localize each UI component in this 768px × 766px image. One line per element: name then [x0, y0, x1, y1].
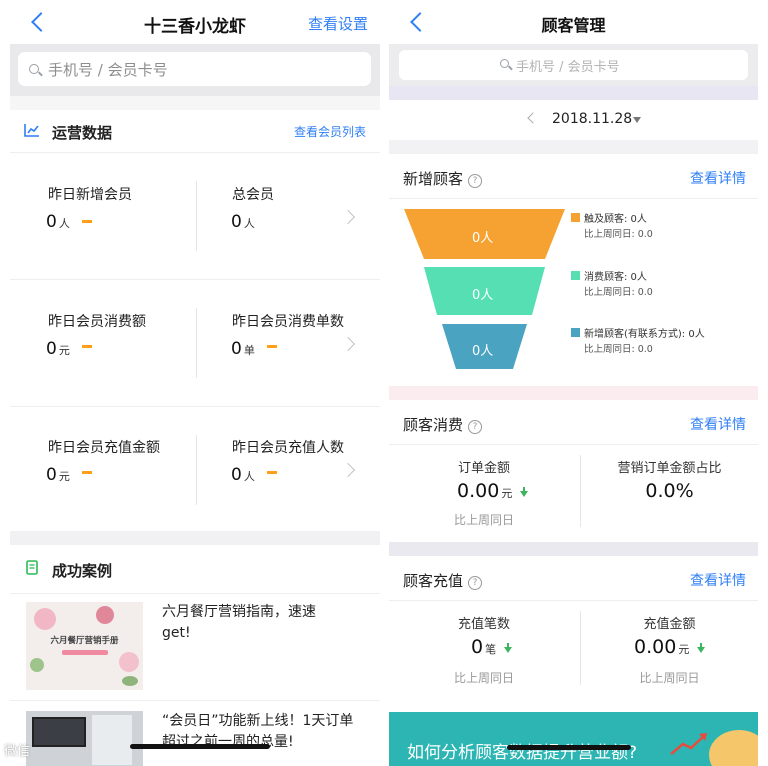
consumption-stats: 订单金额 0.00 元 比上周同日 营销订单金额占比 0.0% — [389, 445, 758, 540]
stat-compare: 比上周同日 — [639, 671, 700, 685]
document-icon — [26, 560, 38, 575]
section-title: 顾客消费? — [403, 414, 483, 435]
customer-funnel: 0人 0人 0人 触及顾客: 0人 比上周同日: 0.0 消费顾客: 0人 比上… — [389, 199, 758, 389]
no-change-indicator — [82, 471, 92, 474]
search-area: 手机号 / 会员卡号 — [10, 44, 380, 96]
home-indicator — [130, 744, 270, 749]
view-settings-link[interactable]: 查看设置 — [308, 13, 368, 34]
view-details-link[interactable]: 查看详情 — [690, 414, 746, 434]
stat-value: 0元 — [46, 339, 70, 359]
chevron-right-icon — [340, 462, 356, 478]
watermark: 微信 — [4, 744, 31, 759]
stat-value: 0人 — [231, 212, 255, 232]
right-navbar: 顾客管理 — [389, 0, 758, 44]
case-item[interactable]: “会员日”功能新上线！1天订单超过之前一周的总量! — [10, 701, 380, 766]
promo-banner[interactable]: 如何分析顾客数据提升营业额? — [389, 712, 758, 766]
search-input[interactable]: 手机号 / 会员卡号 — [399, 50, 748, 80]
recharge-header: 顾客充值? 查看详情 — [389, 556, 758, 600]
chevron-right-icon — [340, 209, 356, 225]
ops-row-new-members[interactable]: 昨日新增会员 0人 总会员 0人 — [10, 153, 380, 279]
stat-value: 0人 — [46, 212, 70, 232]
chevron-right-icon — [340, 336, 356, 352]
no-change-indicator — [267, 345, 277, 348]
stat-label: 营销订单金额占比 — [617, 461, 722, 476]
section-title: 顾客充值? — [403, 570, 483, 591]
stat-value: 0笔 — [471, 636, 497, 658]
new-customers-header: 新增顾客? 查看详情 — [389, 154, 758, 198]
case-thumbnail: 六月餐厅营销手册 — [26, 602, 143, 690]
legend-compare: 比上周同日: 0.0 — [584, 344, 653, 355]
no-change-indicator — [82, 220, 92, 223]
trend-arrow-icon — [670, 733, 707, 755]
cases-header: 成功案例 — [10, 545, 380, 593]
stat-value: 0.00 元 — [457, 480, 513, 502]
view-details-link[interactable]: 查看详情 — [690, 168, 746, 188]
ops-header: 运营数据 查看会员列表 — [10, 110, 380, 152]
cases-title: 成功案例 — [52, 562, 113, 580]
member-list-link[interactable]: 查看会员列表 — [294, 123, 366, 140]
stat-label: 昨日新增会员 — [48, 187, 132, 203]
help-icon[interactable]: ? — [468, 420, 483, 434]
stat-label: 昨日会员充值人数 — [232, 440, 344, 456]
case-thumbnail — [26, 711, 143, 766]
stat-compare: 比上周同日 — [453, 513, 514, 527]
trend-chart-icon — [24, 124, 39, 137]
stat-value: 0.0% — [645, 480, 694, 502]
legend-compare: 比上周同日: 0.0 — [584, 287, 653, 298]
legend-swatch — [571, 271, 580, 280]
legend-label: 消费顾客: 0人 — [584, 272, 647, 283]
stat-label: 订单金额 — [457, 461, 510, 476]
search-icon — [500, 59, 509, 68]
stat-label: 昨日会员充值金额 — [48, 440, 160, 456]
left-navbar: 十三香小龙虾 查看设置 — [10, 0, 380, 44]
stat-value: 0单 — [231, 339, 255, 359]
legend-compare: 比上周同日: 0.0 — [584, 229, 653, 240]
legend-label: 新增顾客(有联系方式): 0人 — [584, 329, 705, 340]
stat-value: 0元 — [46, 465, 70, 485]
ops-title: 运营数据 — [52, 124, 113, 142]
left-phone-screen: 十三香小龙虾 查看设置 手机号 / 会员卡号 运营数据 查看会员列表 昨日新增会… — [10, 0, 380, 766]
stat-label: 总会员 — [232, 187, 274, 203]
recharge-stats: 充值笔数 0笔 比上周同日 充值金额 0.00 元 比上周同日 — [389, 601, 758, 699]
view-details-link[interactable]: 查看详情 — [690, 570, 746, 590]
selected-date: 2018.11.28 — [552, 111, 633, 127]
legend-swatch — [571, 328, 580, 337]
help-icon[interactable]: ? — [468, 576, 483, 590]
banner-text: 如何分析顾客数据提升营业额? — [407, 743, 638, 763]
search-area: 手机号 / 会员卡号 — [389, 44, 758, 86]
stat-compare: 比上周同日 — [453, 671, 514, 685]
page-title: 顾客管理 — [541, 16, 606, 35]
stat-value: 0.00 元 — [634, 636, 690, 658]
ops-row-recharge[interactable]: 昨日会员充值金额 0元 昨日会员充值人数 0人 — [10, 407, 380, 531]
case-item[interactable]: 六月餐厅营销手册 六月餐厅营销指南，速速get! — [10, 594, 380, 696]
stat-value: 0人 — [231, 465, 255, 485]
consumption-header: 顾客消费? 查看详情 — [389, 400, 758, 444]
search-icon — [29, 64, 39, 74]
funnel-value: 0人 — [472, 344, 494, 359]
funnel-value: 0人 — [472, 288, 494, 303]
caret-down-icon — [633, 117, 641, 123]
no-change-indicator — [82, 345, 92, 348]
legend-label: 触及顾客: 0人 — [584, 214, 647, 225]
stat-label: 充值金额 — [643, 617, 696, 632]
legend-swatch — [571, 213, 580, 222]
search-placeholder: 手机号 / 会员卡号 — [516, 60, 620, 75]
date-selector[interactable]: 2018.11.28 — [389, 100, 758, 140]
funnel-value: 0人 — [472, 231, 494, 246]
no-change-indicator — [267, 471, 277, 474]
stat-label: 昨日会员消费额 — [48, 314, 146, 330]
right-phone-screen: 顾客管理 手机号 / 会员卡号 2018.11.28 新增顾客? 查看详情 0人… — [389, 0, 758, 766]
chevron-left-icon[interactable] — [527, 112, 539, 124]
stat-label: 昨日会员消费单数 — [232, 314, 344, 330]
stat-label: 充值笔数 — [457, 617, 510, 632]
search-input[interactable]: 手机号 / 会员卡号 — [18, 52, 371, 86]
search-placeholder: 手机号 / 会员卡号 — [48, 61, 168, 79]
ops-row-consumption[interactable]: 昨日会员消费额 0元 昨日会员消费单数 0单 — [10, 280, 380, 406]
section-title: 新增顾客? — [403, 168, 483, 189]
help-icon[interactable]: ? — [468, 174, 483, 188]
case-title: 六月餐厅营销指南，速速get! — [162, 604, 316, 641]
home-indicator — [507, 745, 631, 750]
